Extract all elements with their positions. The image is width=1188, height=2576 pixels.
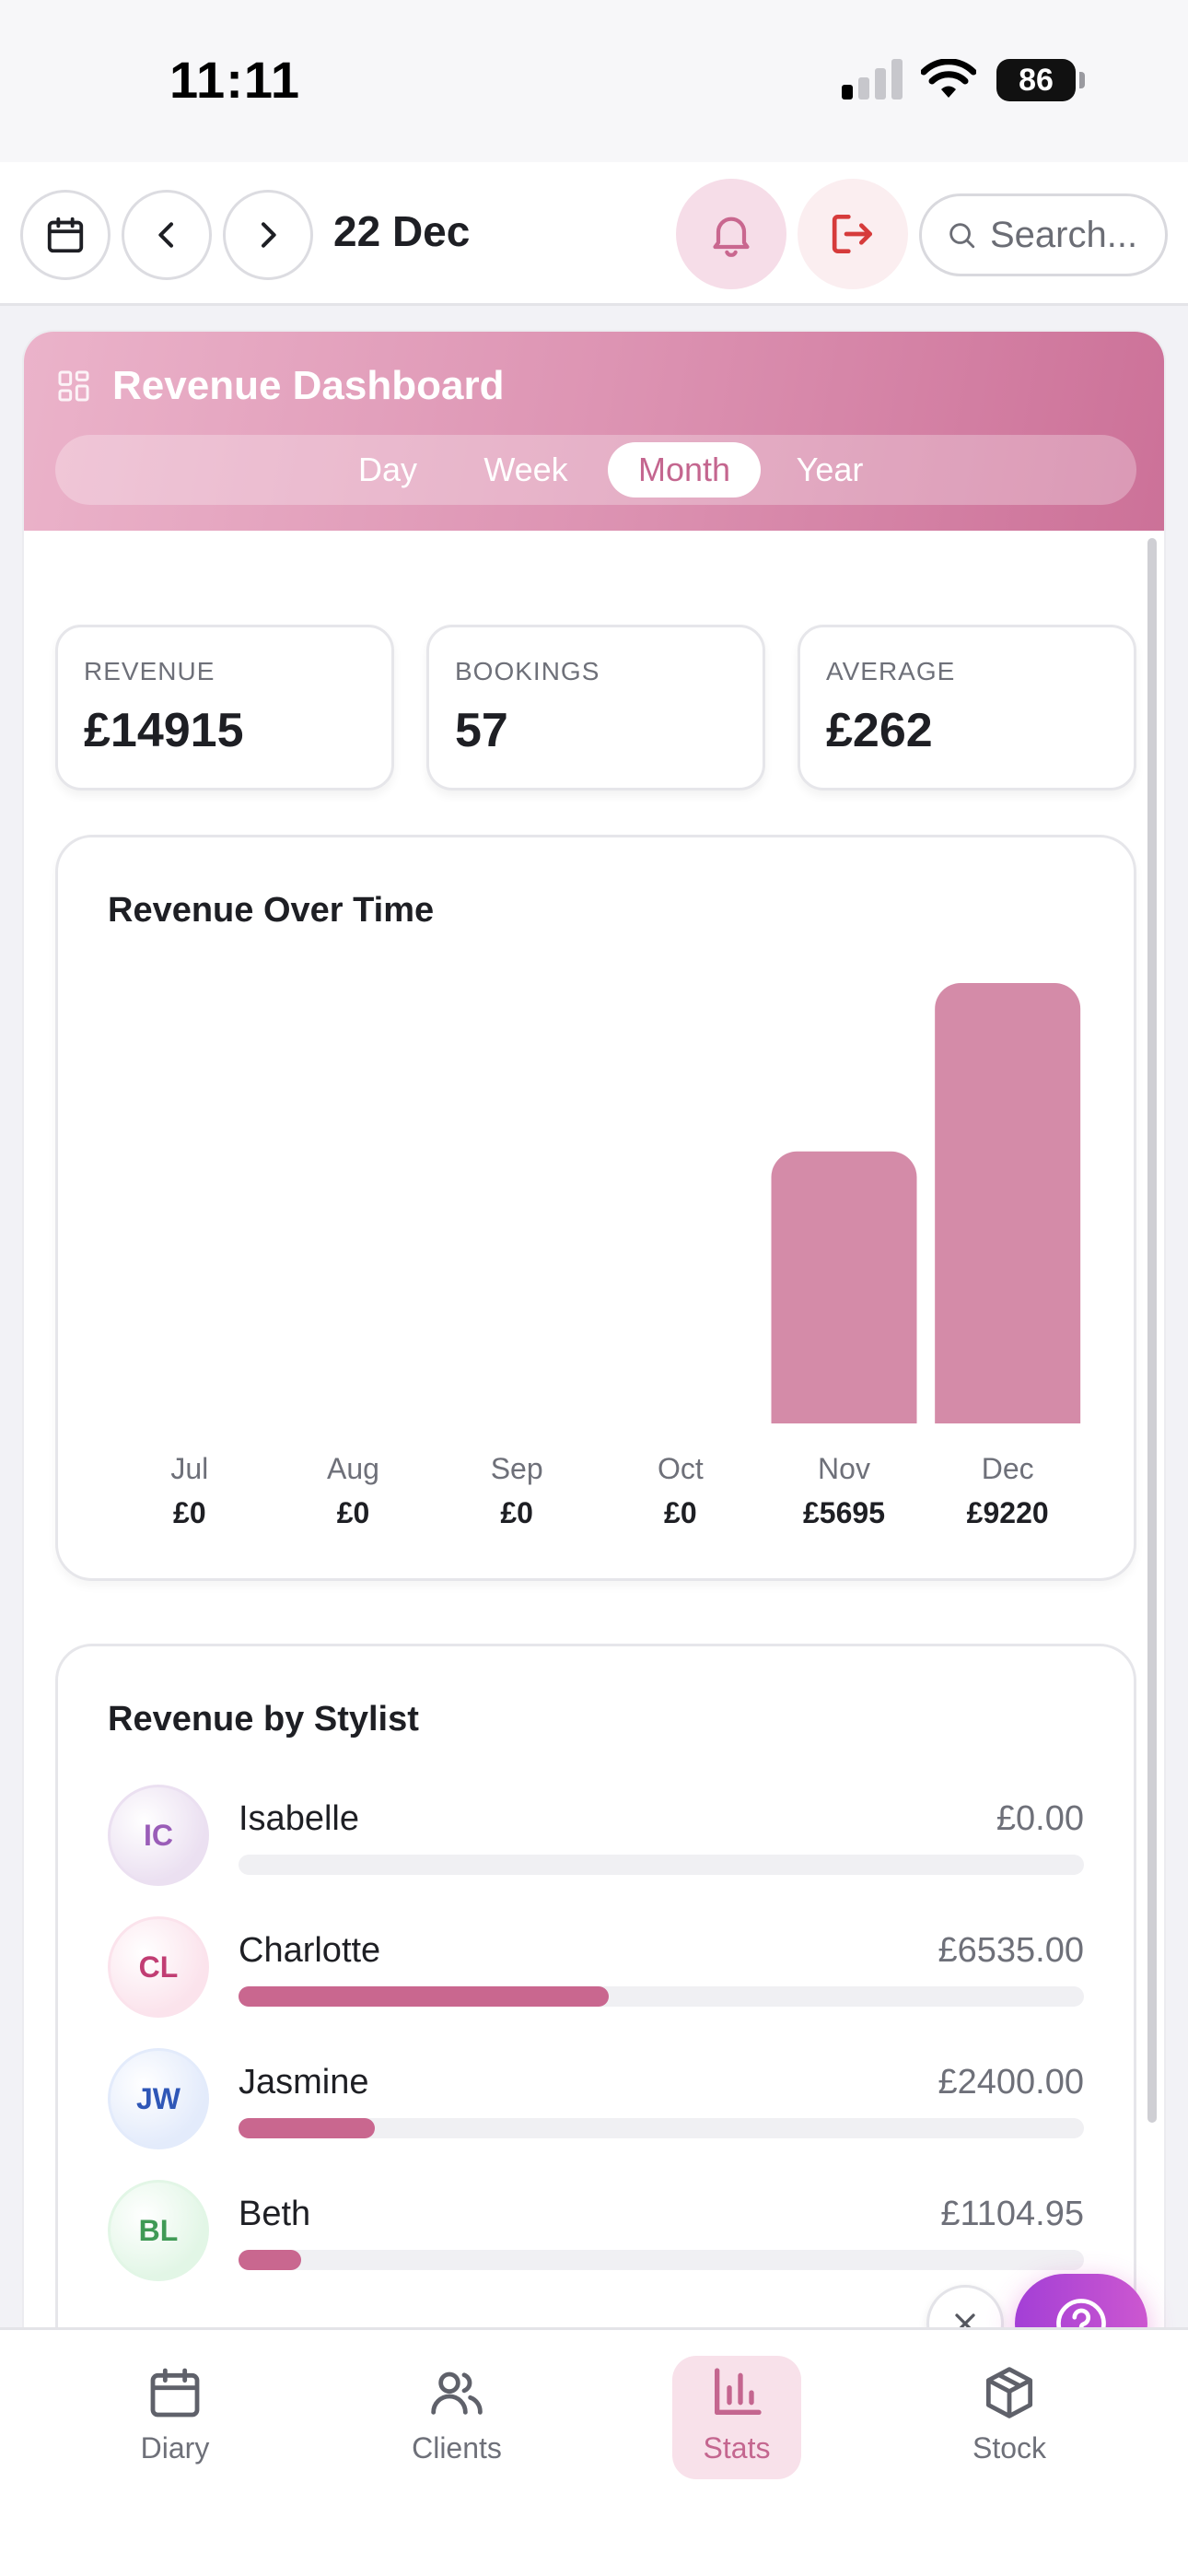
tab-label: Stats (703, 2431, 771, 2465)
stylist-card-title: Revenue by Stylist (108, 1700, 419, 1739)
next-day-button[interactable] (223, 190, 313, 280)
tab-label: Stock (972, 2431, 1047, 2465)
search-input[interactable] (990, 214, 1165, 256)
chart-bar-dec (935, 983, 1081, 1423)
x-tick-label: Oct (658, 1452, 704, 1485)
logout-icon (832, 215, 872, 253)
tab-stats[interactable]: Stats (672, 2356, 801, 2479)
battery-level: 86 (996, 59, 1076, 101)
bar-value-label: £0 (337, 1496, 370, 1529)
stat-label: REVENUE (84, 657, 215, 685)
dashboard-title: Revenue Dashboard (112, 363, 505, 408)
stat-card-revenue: REVENUE £14915 (55, 625, 394, 790)
tab-stock[interactable]: Stock (945, 2356, 1074, 2479)
status-bar: 11:11 86 (0, 0, 1188, 162)
bottom-tab-bar: Diary Clients Stats Stock (0, 2327, 1188, 2576)
bar-chart-icon (715, 2368, 762, 2415)
stylist-revenue-bar (239, 1986, 1084, 2007)
stat-label: BOOKINGS (455, 657, 600, 685)
notifications-button[interactable] (676, 179, 786, 289)
battery-icon: 86 (996, 59, 1085, 101)
users-icon (431, 2371, 483, 2415)
stylist-revenue-bar-fill (239, 1986, 610, 2007)
scrollbar[interactable] (1147, 538, 1157, 2123)
calendar-button[interactable] (20, 190, 111, 280)
avatar: IC (108, 1785, 209, 1886)
stylist-name: Beth (239, 2195, 311, 2233)
calendar-icon (47, 217, 84, 253)
x-tick-label: Nov (818, 1452, 870, 1485)
period-day[interactable]: Day (337, 442, 438, 498)
stylist-name: Charlotte (239, 1931, 381, 1970)
stylist-name: Isabelle (239, 1799, 359, 1838)
bell-icon (713, 217, 750, 257)
top-bar: 22 Dec (0, 162, 1188, 306)
stat-value: £14915 (84, 704, 244, 757)
period-week[interactable]: Week (466, 442, 586, 498)
wifi-icon (921, 59, 976, 98)
period-selector: Day Week Month Year (55, 435, 1136, 505)
revenue-dashboard-panel: Revenue Dashboard Day Week Month Year RE… (22, 330, 1166, 2338)
stylist-amount: £6535.00 (938, 1931, 1085, 1970)
stylist-row: BL Beth £1104.95 (108, 2180, 1084, 2283)
revenue-by-stylist-card: Revenue by Stylist IC Isabelle £0.00 CL Char… (55, 1644, 1136, 2336)
stat-label: AVERAGE (826, 657, 956, 685)
calendar-icon (150, 2368, 200, 2418)
x-tick-label: Sep (491, 1452, 543, 1485)
avatar: JW (108, 2048, 209, 2149)
stat-value: £262 (826, 704, 933, 757)
stat-card-bookings: BOOKINGS 57 (426, 625, 765, 790)
logout-button[interactable] (798, 179, 908, 289)
stylist-revenue-bar-fill (239, 2250, 301, 2270)
avatar: CL (108, 1916, 209, 2018)
bar-value-label: £0 (664, 1496, 697, 1529)
bar-value-label: £0 (500, 1496, 533, 1529)
bar-value-label: £0 (173, 1496, 206, 1529)
stylist-row: CL Charlotte £6535.00 (108, 1916, 1084, 2020)
current-date: 22 Dec (333, 207, 471, 255)
revenue-chart-card: Revenue Over Time Jul £0 Aug £0 Sep £0 Oct £0 No… (55, 835, 1136, 1581)
bar-value-label: £5695 (803, 1496, 885, 1529)
search-box[interactable] (919, 193, 1168, 276)
stylist-row: IC Isabelle £0.00 (108, 1785, 1084, 1888)
tab-label: Clients (412, 2431, 502, 2465)
previous-day-button[interactable] (122, 190, 212, 280)
tab-label: Diary (140, 2431, 210, 2465)
x-tick-label: Jul (170, 1452, 208, 1485)
stylist-amount: £1104.95 (940, 2195, 1084, 2233)
period-month[interactable]: Month (608, 442, 761, 498)
avatar: BL (108, 2180, 209, 2281)
chart-bar-nov (771, 1151, 917, 1423)
signal-icon (842, 59, 906, 100)
dashboard-grid-icon (58, 370, 89, 402)
x-tick-label: Aug (327, 1452, 379, 1485)
stylist-amount: £0.00 (996, 1799, 1084, 1838)
stylist-name: Jasmine (239, 2063, 369, 2102)
bar-value-label: £9220 (967, 1496, 1049, 1529)
box-icon (985, 2367, 1033, 2418)
search-icon (949, 223, 975, 249)
x-tick-label: Dec (982, 1452, 1034, 1485)
stat-value: 57 (455, 704, 508, 757)
stat-card-average: AVERAGE £262 (798, 625, 1136, 790)
dashboard-header: Revenue Dashboard Day Week Month Year (24, 332, 1164, 531)
revenue-bar-chart: Jul £0 Aug £0 Sep £0 Oct £0 Nov £5695 Dec £9220 (170, 983, 1081, 1529)
tab-clients[interactable]: Clients (392, 2356, 521, 2479)
stylist-revenue-bar-fill (239, 2118, 375, 2138)
status-time: 11:11 (169, 51, 301, 109)
tab-diary[interactable]: Diary (111, 2356, 239, 2479)
stylist-amount: £2400.00 (938, 2063, 1085, 2102)
stylist-revenue-bar (239, 1855, 1084, 1875)
period-year[interactable]: Year (779, 442, 880, 498)
stylist-row: JW Jasmine £2400.00 (108, 2048, 1084, 2151)
chevron-left-icon (158, 222, 173, 248)
stylist-revenue-bar (239, 2250, 1084, 2270)
chevron-right-icon (262, 222, 276, 248)
stylist-revenue-bar (239, 2118, 1084, 2138)
